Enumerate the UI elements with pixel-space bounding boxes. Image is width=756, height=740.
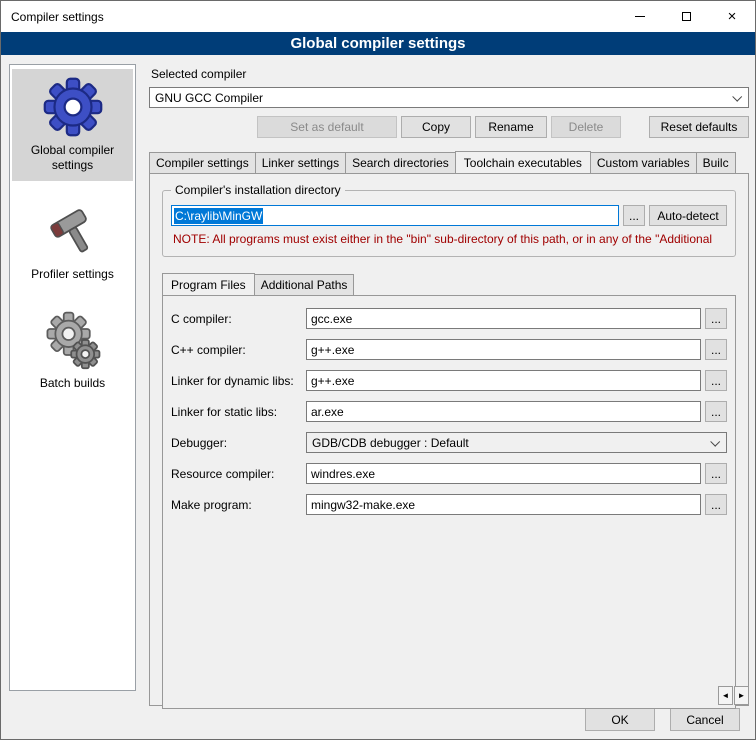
resource-compiler-browse-button[interactable]: ... [705,463,727,484]
sidebar-item-profiler-settings[interactable]: Profiler settings [12,193,133,290]
form-row-make-program: Make program: ... [171,494,727,515]
program-files-panel: C compiler: ... C++ compiler: ... Linker… [162,295,736,709]
copy-button[interactable]: Copy [401,116,471,138]
form-row-resource-compiler: Resource compiler: ... [171,463,727,484]
make-program-label: Make program: [171,498,306,512]
dynamic-linker-browse-button[interactable]: ... [705,370,727,391]
reset-defaults-button[interactable]: Reset defaults [649,116,749,138]
dialog-footer: OK Cancel [585,708,740,731]
c-compiler-browse-button[interactable]: ... [705,308,727,329]
window-title: Compiler settings [1,10,104,24]
dynamic-linker-input[interactable] [306,370,701,391]
form-row-static-linker: Linker for static libs: ... [171,401,727,422]
close-icon: × [728,9,737,24]
chevron-down-icon [732,92,742,102]
sidebar-item-batch-builds[interactable]: Batch builds [12,302,133,399]
make-program-browse-button[interactable]: ... [705,494,727,515]
delete-button[interactable]: Delete [551,116,621,138]
form-row-debugger: Debugger: GDB/CDB debugger : Default [171,432,727,453]
form-row-c-compiler: C compiler: ... [171,308,727,329]
maximize-icon [682,12,691,21]
cpp-compiler-browse-button[interactable]: ... [705,339,727,360]
compiler-settings-dialog: Compiler settings × Global compiler sett… [0,0,756,740]
sidebar-item-label: Profiler settings [14,267,131,282]
tabbar: Compiler settings Linker settings Search… [149,151,749,173]
dynamic-linker-label: Linker for dynamic libs: [171,374,306,388]
tab-linker-settings[interactable]: Linker settings [255,152,346,173]
tab-scroll-left-icon[interactable]: ◄ [718,686,733,705]
installation-directory-group: Compiler's installation directory C:\ray… [162,190,736,257]
ok-button[interactable]: OK [585,708,655,731]
rename-button[interactable]: Rename [475,116,547,138]
installation-directory-row: C:\raylib\MinGW ... Auto-detect [171,205,727,226]
debugger-label: Debugger: [171,436,306,450]
program-tabs: Program Files Additional Paths C compile… [162,273,736,709]
selected-compiler-value: GNU GCC Compiler [155,91,263,105]
tab-compiler-settings[interactable]: Compiler settings [149,152,256,173]
c-compiler-input[interactable] [306,308,701,329]
minimize-button[interactable] [617,1,663,32]
tab-search-directories[interactable]: Search directories [345,152,456,173]
static-linker-label: Linker for static libs: [171,405,306,419]
main-content: Selected compiler GNU GCC Compiler Set a… [149,61,749,706]
tab-scrollers: ◄ ► [715,686,749,705]
page-title: Global compiler settings [1,32,755,55]
resource-compiler-input[interactable] [306,463,701,484]
titlebar: Compiler settings × [1,1,755,32]
compiler-actions: Set as default Copy Rename Delete Reset … [149,116,749,138]
gear-blue-icon [43,77,103,137]
sidebar-item-global-compiler-settings[interactable]: Global compiler settings [12,69,133,181]
settings-tabs: Compiler settings Linker settings Search… [149,151,749,706]
profiler-hammer-icon [43,201,103,261]
tab-toolchain-executables[interactable]: Toolchain executables [455,151,591,173]
cpp-compiler-label: C++ compiler: [171,343,306,357]
selected-compiler-label: Selected compiler [151,67,749,81]
sidebar-item-label: Batch builds [14,376,131,391]
static-linker-input[interactable] [306,401,701,422]
installation-directory-browse-button[interactable]: ... [623,205,645,226]
installation-directory-selected-text: C:\raylib\MinGW [174,208,263,224]
bin-subdirectory-note: NOTE: All programs must exist either in … [173,232,727,246]
installation-directory-input[interactable]: C:\raylib\MinGW [171,205,619,226]
toolchain-executables-panel: Compiler's installation directory C:\ray… [149,173,749,706]
resource-compiler-label: Resource compiler: [171,467,306,481]
maximize-button[interactable] [663,1,709,32]
sub-tabbar: Program Files Additional Paths [162,273,736,295]
close-button[interactable]: × [709,1,755,32]
sidebar-item-label: Global compiler settings [14,143,131,173]
tab-additional-paths[interactable]: Additional Paths [254,274,355,295]
set-as-default-button[interactable]: Set as default [257,116,397,138]
debugger-value: GDB/CDB debugger : Default [312,436,469,450]
form-row-dynamic-linker: Linker for dynamic libs: ... [171,370,727,391]
chevron-down-icon [710,437,720,447]
tab-scroll-right-icon[interactable]: ► [734,686,749,705]
make-program-input[interactable] [306,494,701,515]
cancel-button[interactable]: Cancel [670,708,740,731]
debugger-combobox[interactable]: GDB/CDB debugger : Default [306,432,727,453]
static-linker-browse-button[interactable]: ... [705,401,727,422]
installation-directory-group-title: Compiler's installation directory [171,183,345,197]
c-compiler-label: C compiler: [171,312,306,326]
settings-sidebar: Global compiler settings Profiler settin… [9,64,136,691]
selected-compiler-combobox[interactable]: GNU GCC Compiler [149,87,749,108]
gears-gray-icon [43,310,103,370]
auto-detect-button[interactable]: Auto-detect [649,205,727,226]
cpp-compiler-input[interactable] [306,339,701,360]
form-row-cpp-compiler: C++ compiler: ... [171,339,727,360]
tab-program-files[interactable]: Program Files [162,273,255,295]
window-controls: × [617,1,755,32]
minimize-icon [635,16,645,17]
tab-build-options[interactable]: Builc [696,152,736,173]
tab-custom-variables[interactable]: Custom variables [590,152,697,173]
